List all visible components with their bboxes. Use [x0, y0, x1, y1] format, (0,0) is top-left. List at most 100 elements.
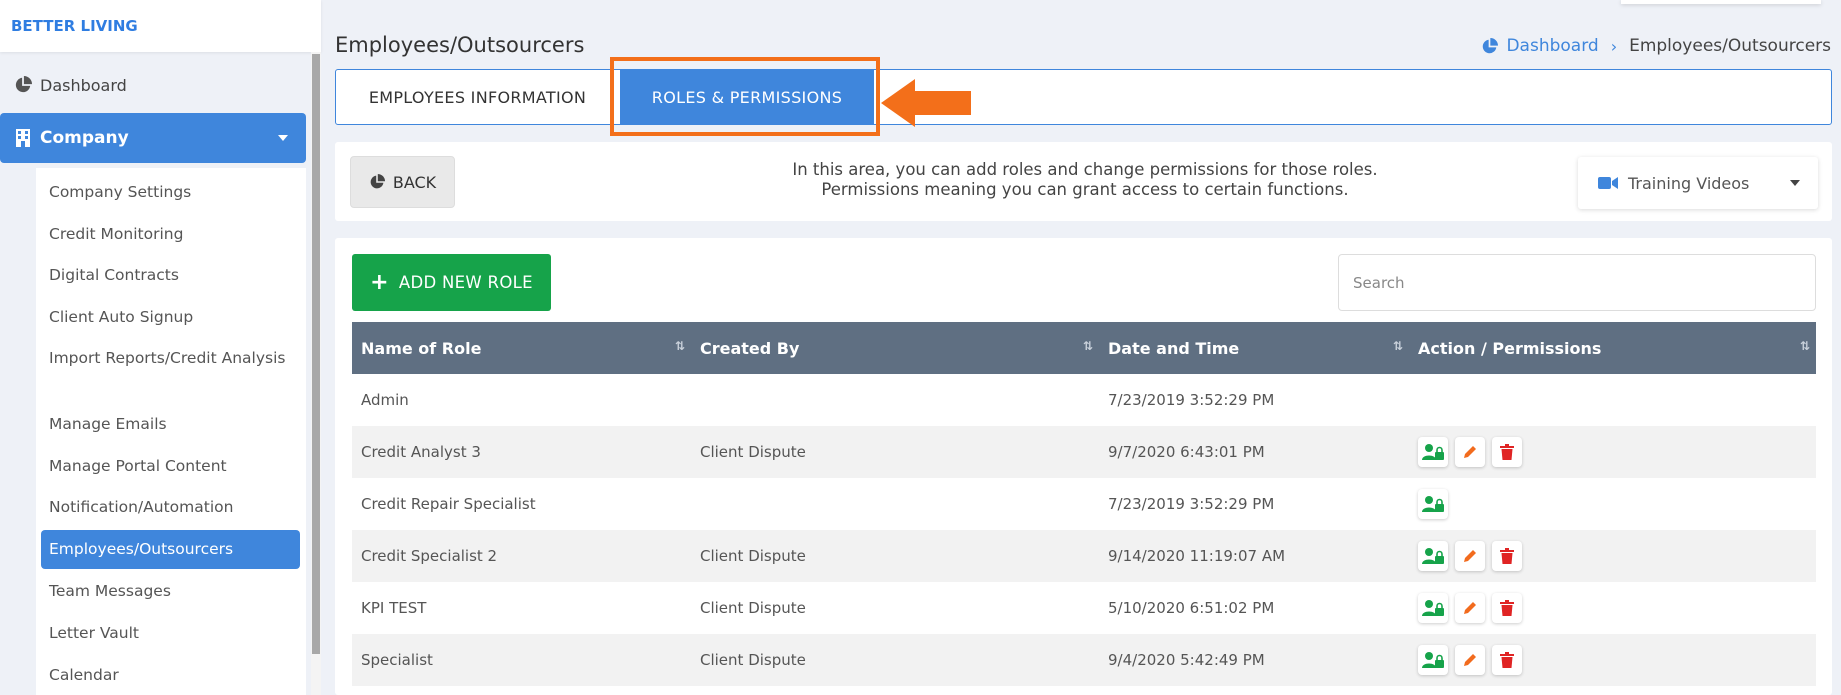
user-lock-icon: [1422, 652, 1444, 668]
edit-button[interactable]: [1455, 541, 1485, 571]
column-header-created-by[interactable]: Created By ⇅: [691, 322, 1099, 374]
chevron-right-icon: ›: [1610, 36, 1618, 56]
breadcrumb: Dashboard › Employees/Outsourcers: [1481, 36, 1831, 56]
cell-actions: [1409, 634, 1816, 686]
sidebar-scrollbar[interactable]: [311, 52, 321, 695]
edit-button[interactable]: [1455, 437, 1485, 467]
caret-down-icon: [278, 135, 288, 141]
delete-button[interactable]: [1492, 593, 1522, 623]
sidebar-item-dashboard[interactable]: Dashboard: [0, 68, 306, 102]
column-header-label: Name of Role: [361, 338, 482, 358]
column-header-actions[interactable]: Action / Permissions ⇅: [1409, 322, 1816, 374]
submenu-item-credit-monitoring[interactable]: Credit Monitoring: [49, 223, 294, 246]
submenu-item-digital-contracts[interactable]: Digital Contracts: [49, 264, 294, 287]
user-lock-icon: [1422, 496, 1444, 512]
submenu-item-import-reports[interactable]: Import Reports/Credit Analysis: [49, 347, 294, 370]
submenu-item-company-settings[interactable]: Company Settings: [49, 181, 294, 204]
submenu-item-team-messages[interactable]: Team Messages: [49, 580, 294, 603]
delete-button[interactable]: [1492, 645, 1522, 675]
video-camera-icon: [1598, 177, 1618, 189]
roles-table: Name of Role ⇅ Created By ⇅ Date and Tim…: [352, 322, 1816, 686]
info-description: In this area, you can add roles and chan…: [735, 160, 1435, 200]
training-videos-label: Training Videos: [1628, 173, 1750, 193]
column-header-label: Date and Time: [1108, 338, 1240, 358]
brand-logo[interactable]: BETTER LIVING: [0, 0, 321, 52]
cell-actions: [1409, 426, 1816, 478]
company-submenu: Company Settings Credit Monitoring Digit…: [36, 168, 306, 695]
tab-employees-information[interactable]: EMPLOYEES INFORMATION: [336, 70, 619, 124]
submenu-item-employees-outsourcers[interactable]: Employees/Outsourcers: [41, 530, 300, 569]
permissions-button[interactable]: [1418, 437, 1448, 467]
annotation-highlight-box: [610, 57, 880, 136]
sidebar-scrollbar-thumb[interactable]: [312, 54, 320, 654]
permissions-button[interactable]: [1418, 489, 1448, 519]
submenu-item-manage-portal-content[interactable]: Manage Portal Content: [49, 455, 294, 478]
permissions-button[interactable]: [1418, 645, 1448, 675]
table-row: Specialist Client Dispute 9/4/2020 5:42:…: [352, 634, 1816, 686]
trash-icon: [1500, 548, 1514, 564]
cell-date-time: 9/7/2020 6:43:01 PM: [1108, 443, 1265, 461]
cell-actions: [1409, 478, 1816, 530]
column-header-date-time[interactable]: Date and Time ⇅: [1099, 322, 1409, 374]
table-row: Credit Repair Specialist 7/23/2019 3:52:…: [352, 478, 1816, 530]
user-lock-icon: [1422, 600, 1444, 616]
table-row: Admin 7/23/2019 3:52:29 PM: [352, 374, 1816, 426]
submenu-item-manage-emails[interactable]: Manage Emails: [49, 413, 294, 436]
cell-created-by: [691, 478, 1099, 530]
cell-role-name: Specialist: [361, 651, 433, 669]
info-card: BACK In this area, you can add roles and…: [335, 142, 1832, 221]
sidebar-item-company[interactable]: Company: [0, 113, 306, 163]
pencil-icon: [1464, 446, 1476, 458]
caret-down-icon: [1790, 180, 1800, 186]
trash-icon: [1500, 600, 1514, 616]
roles-card: + ADD NEW ROLE Name of Role ⇅ Created By…: [335, 238, 1832, 695]
submenu-item-notification-automation[interactable]: Notification/Automation: [49, 496, 294, 519]
permissions-button[interactable]: [1418, 593, 1448, 623]
delete-button[interactable]: [1492, 541, 1522, 571]
sidebar: BETTER LIVING Dashboard Company Company …: [0, 0, 321, 695]
info-line-2: Permissions meaning you can grant access…: [821, 180, 1349, 199]
top-bar-edge: [1621, 0, 1821, 4]
cell-created-by: Client Dispute: [700, 651, 806, 669]
cell-role-name: Admin: [361, 391, 409, 409]
back-button[interactable]: BACK: [350, 156, 455, 208]
sort-icon: ⇅: [1392, 339, 1403, 353]
annotation-arrow-icon: [881, 79, 971, 127]
back-button-label: BACK: [392, 172, 437, 192]
building-icon: [16, 129, 30, 147]
user-lock-icon: [1422, 444, 1444, 460]
search-input[interactable]: [1338, 254, 1816, 311]
cell-date-time: 7/23/2019 3:52:29 PM: [1108, 391, 1275, 409]
cell-created-by: Client Dispute: [700, 443, 806, 461]
table-row: Credit Specialist 2 Client Dispute 9/14/…: [352, 530, 1816, 582]
delete-button[interactable]: [1492, 437, 1522, 467]
cell-role-name: Credit Analyst 3: [361, 443, 481, 461]
cell-date-time: 9/4/2020 5:42:49 PM: [1108, 651, 1265, 669]
column-header-label: Action / Permissions: [1418, 338, 1602, 358]
add-new-role-button[interactable]: + ADD NEW ROLE: [352, 254, 551, 311]
sidebar-item-label: Dashboard: [40, 75, 127, 95]
submenu-item-client-auto-signup[interactable]: Client Auto Signup: [49, 306, 294, 329]
pencil-icon: [1464, 654, 1476, 666]
cell-created-by: Client Dispute: [700, 599, 806, 617]
training-videos-dropdown[interactable]: Training Videos: [1578, 157, 1818, 209]
cell-role-name: KPI TEST: [361, 599, 427, 617]
pie-chart-icon: [370, 174, 385, 189]
column-header-name[interactable]: Name of Role ⇅: [352, 322, 691, 374]
table-header: Name of Role ⇅ Created By ⇅ Date and Tim…: [352, 322, 1816, 374]
permissions-button[interactable]: [1418, 541, 1448, 571]
cell-date-time: 9/14/2020 11:19:07 AM: [1108, 547, 1286, 565]
sort-icon: ⇅: [1082, 339, 1093, 353]
submenu-item-letter-vault[interactable]: Letter Vault: [49, 622, 294, 645]
submenu-item-calendar[interactable]: Calendar: [49, 664, 294, 687]
pencil-icon: [1464, 550, 1476, 562]
edit-button[interactable]: [1455, 593, 1485, 623]
column-header-label: Created By: [700, 338, 800, 358]
breadcrumb-dashboard-link[interactable]: Dashboard: [1481, 36, 1599, 56]
cell-created-by: Client Dispute: [700, 547, 806, 565]
cell-actions: [1409, 374, 1816, 426]
info-line-1: In this area, you can add roles and chan…: [792, 160, 1378, 179]
edit-button[interactable]: [1455, 645, 1485, 675]
trash-icon: [1500, 444, 1514, 460]
pencil-icon: [1464, 602, 1476, 614]
